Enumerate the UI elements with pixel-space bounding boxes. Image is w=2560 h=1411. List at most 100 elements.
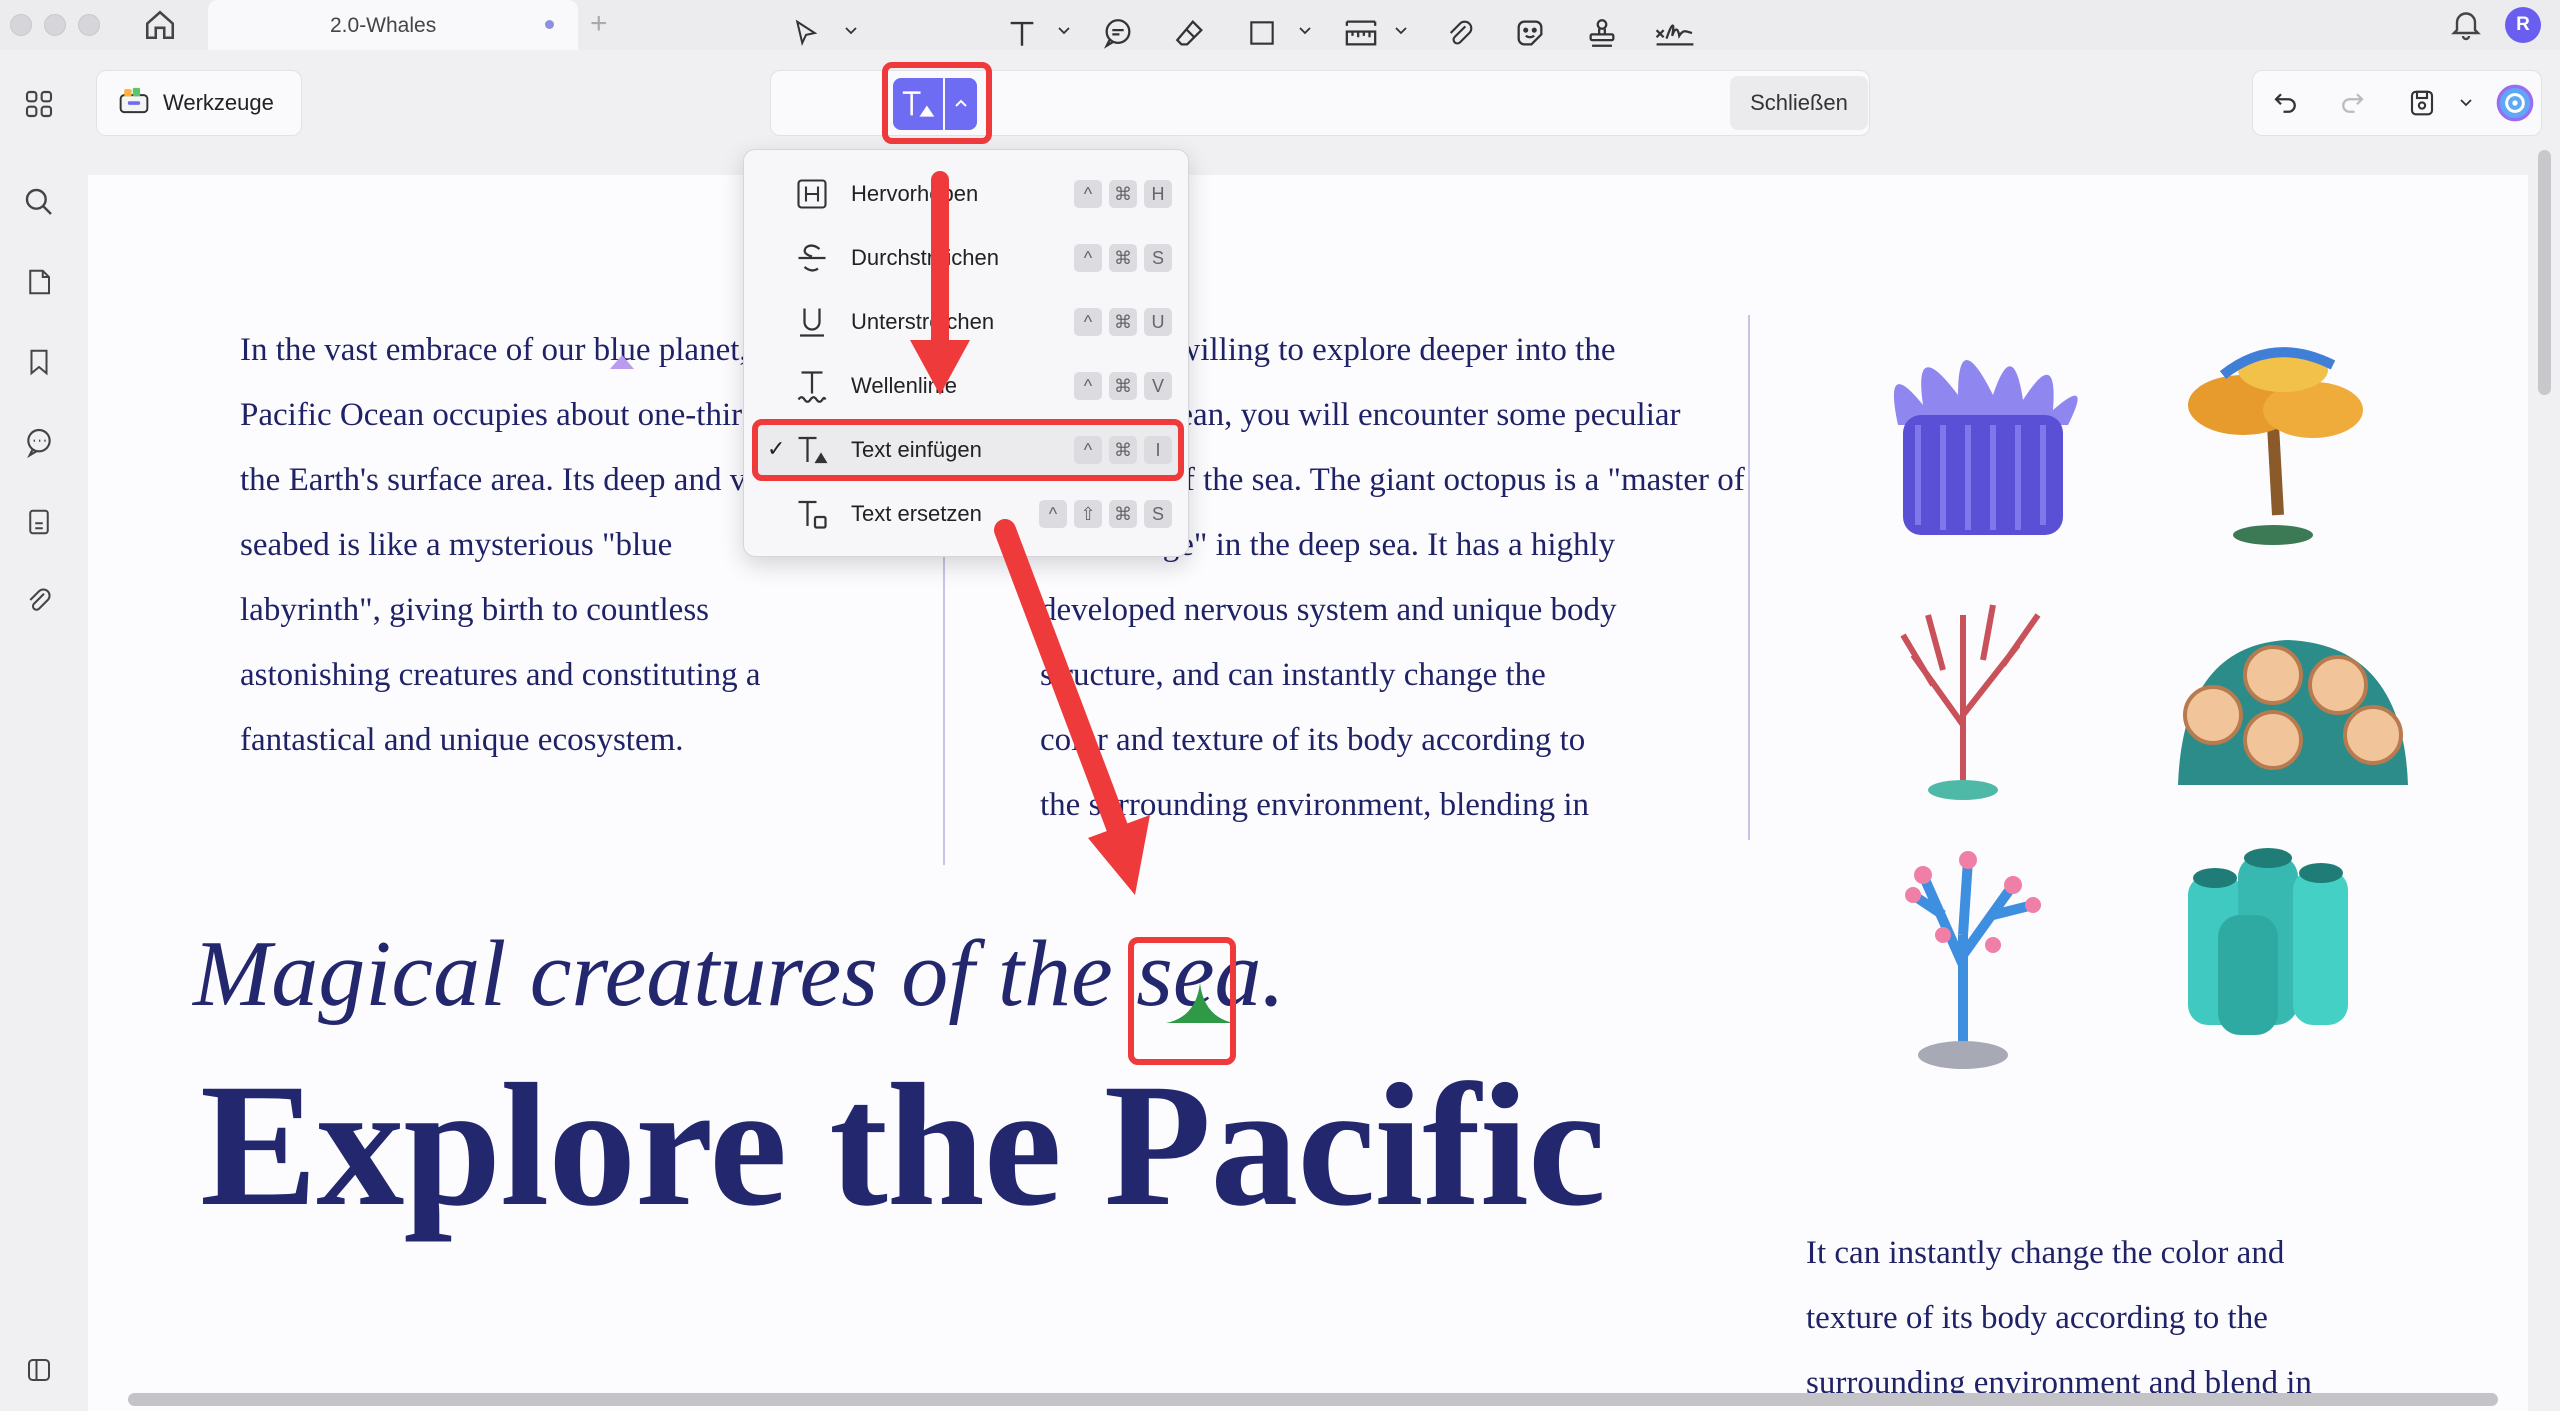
tube-coral-image bbox=[2188, 848, 2348, 1035]
menu-item-label: Durchstreichen bbox=[851, 245, 999, 270]
key-shift: ⇧ bbox=[1074, 500, 1102, 528]
underline-icon bbox=[794, 304, 830, 340]
menu-item-label: Unterstreichen bbox=[851, 309, 995, 334]
highlight-icon bbox=[794, 176, 830, 212]
toolbox-icon bbox=[117, 85, 151, 121]
key-cmd: ⌘ bbox=[1109, 372, 1137, 400]
sea-anemone-image bbox=[1893, 360, 2078, 535]
key-letter: H bbox=[1144, 180, 1172, 208]
paragraph-line: Pacific Ocean occupies about one-third o… bbox=[240, 397, 795, 433]
key-cmd: ⌘ bbox=[1109, 244, 1137, 272]
chevron-down-icon[interactable] bbox=[843, 22, 859, 38]
key-ctrl: ^ bbox=[1039, 500, 1067, 528]
left-sidebar bbox=[0, 50, 78, 1411]
signature-icon[interactable] bbox=[1648, 10, 1702, 56]
key-cmd: ⌘ bbox=[1109, 180, 1137, 208]
undo-icon[interactable] bbox=[2266, 80, 2306, 126]
key-ctrl: ^ bbox=[1074, 244, 1102, 272]
apps-grid-icon[interactable] bbox=[17, 82, 61, 126]
paragraph-line: fantastical and unique ecosystem. bbox=[240, 722, 684, 758]
text-column-1: In the vast embrace of our blue planet, … bbox=[240, 318, 796, 773]
paragraph-line: It can instantly change the color and bbox=[1806, 1235, 2285, 1271]
highlight-box-insert-text-menu-item bbox=[752, 419, 1184, 481]
column-divider bbox=[1748, 315, 1750, 840]
key-letter: V bbox=[1144, 372, 1172, 400]
document-tab[interactable]: 2.0-Whales bbox=[208, 0, 578, 50]
measure-icon[interactable] bbox=[1338, 10, 1384, 56]
menu-item-label: Wellenlinie bbox=[851, 373, 957, 398]
paragraph-line: the surrounding environment, blending in bbox=[1040, 787, 1589, 823]
sticker-icon[interactable] bbox=[1508, 10, 1552, 56]
paragraph-line: astonishing creatures and constituting a bbox=[240, 657, 761, 693]
menu-item-highlight[interactable]: Hervorheben ^ ⌘ H bbox=[754, 166, 1180, 222]
user-avatar[interactable]: R bbox=[2505, 7, 2541, 43]
save-icon[interactable] bbox=[2402, 80, 2442, 126]
key-letter: S bbox=[1144, 244, 1172, 272]
subtitle: Magical creatures of the sea. bbox=[193, 922, 1286, 1026]
key-cmd: ⌘ bbox=[1109, 308, 1137, 336]
sidebar-toggle-icon[interactable] bbox=[17, 1348, 61, 1392]
highlight-box-insert-text-tool bbox=[882, 62, 992, 144]
rectangle-shape-icon[interactable] bbox=[1240, 10, 1284, 56]
document-tab-title: 2.0-Whales bbox=[330, 14, 437, 37]
text-column-3: It can instantly change the color and te… bbox=[1806, 1220, 2312, 1411]
key-letter: U bbox=[1144, 308, 1172, 336]
squiggly-underline-icon bbox=[794, 368, 830, 404]
notification-bell-icon[interactable] bbox=[2448, 6, 2484, 42]
blue-pink-coral-image bbox=[1905, 851, 2041, 1069]
document-outline-icon[interactable] bbox=[17, 500, 61, 544]
menu-item-replace-text[interactable]: Text ersetzen ^ ⇧ ⌘ S bbox=[754, 486, 1180, 542]
unsaved-indicator bbox=[545, 20, 554, 29]
attachment-icon[interactable] bbox=[17, 578, 61, 622]
paragraph-line: In the vast embrace of our blue planet, … bbox=[240, 332, 797, 368]
key-ctrl: ^ bbox=[1074, 180, 1102, 208]
comment-icon[interactable] bbox=[1096, 10, 1140, 56]
menu-item-label: Text ersetzen bbox=[851, 501, 982, 526]
new-tab-button[interactable]: + bbox=[590, 8, 608, 40]
insert-caret-marker-small bbox=[610, 355, 634, 369]
menu-item-squiggly[interactable]: Wellenlinie ^ ⌘ V bbox=[754, 358, 1180, 414]
paragraph-line: texture of its body according to the bbox=[1806, 1300, 2268, 1336]
window-zoom-dot[interactable] bbox=[78, 14, 100, 36]
menu-item-label: Hervorheben bbox=[851, 181, 979, 206]
paragraph-line: color and texture of its body according … bbox=[1040, 722, 1586, 758]
menu-item-underline[interactable]: Unterstreichen ^ ⌘ U bbox=[754, 294, 1180, 350]
window-minimize-dot[interactable] bbox=[44, 14, 66, 36]
pages-icon[interactable] bbox=[17, 260, 61, 304]
tools-button-label: Werkzeuge bbox=[163, 90, 274, 115]
close-annotation-button[interactable]: Schließen bbox=[1730, 76, 1868, 130]
attach-icon[interactable] bbox=[1438, 10, 1482, 56]
search-icon[interactable] bbox=[17, 180, 61, 224]
text-tool-icon[interactable] bbox=[1000, 10, 1044, 56]
chevron-down-icon[interactable] bbox=[2458, 94, 2474, 110]
tools-button[interactable]: Werkzeuge bbox=[96, 70, 302, 136]
replace-text-icon bbox=[794, 496, 830, 532]
paragraph-line: developed nervous system and unique body bbox=[1040, 592, 1617, 628]
paragraph-line: the Earth's surface area. Its deep and v… bbox=[240, 462, 783, 498]
key-letter: S bbox=[1144, 500, 1172, 528]
window-close-dot[interactable] bbox=[10, 14, 32, 36]
comments-icon[interactable] bbox=[17, 420, 61, 464]
chevron-down-icon[interactable] bbox=[1297, 22, 1313, 38]
highlight-box-insert-caret bbox=[1128, 937, 1236, 1065]
select-pointer-icon[interactable] bbox=[786, 10, 826, 56]
headline: Explore the Pacific bbox=[200, 1048, 1606, 1243]
stamp-icon[interactable] bbox=[1580, 10, 1624, 56]
brain-coral-image bbox=[2178, 640, 2408, 785]
vertical-scrollbar[interactable] bbox=[2538, 150, 2551, 395]
key-ctrl: ^ bbox=[1074, 308, 1102, 336]
strikethrough-icon bbox=[794, 240, 830, 276]
menu-item-strikethrough[interactable]: Durchstreichen ^ ⌘ S bbox=[754, 230, 1180, 286]
home-icon[interactable] bbox=[140, 5, 180, 45]
bookmark-icon[interactable] bbox=[17, 340, 61, 384]
chevron-down-icon[interactable] bbox=[1056, 22, 1072, 38]
eraser-icon[interactable] bbox=[1168, 10, 1212, 56]
orange-coral-image bbox=[2188, 347, 2363, 545]
redo-icon[interactable] bbox=[2332, 80, 2372, 126]
paragraph-line: seabed is like a mysterious "blue bbox=[240, 527, 673, 563]
chevron-down-icon[interactable] bbox=[1393, 22, 1409, 38]
ai-assistant-icon[interactable] bbox=[2492, 80, 2538, 126]
horizontal-scrollbar[interactable] bbox=[128, 1393, 2498, 1406]
key-cmd: ⌘ bbox=[1109, 500, 1137, 528]
key-ctrl: ^ bbox=[1074, 372, 1102, 400]
